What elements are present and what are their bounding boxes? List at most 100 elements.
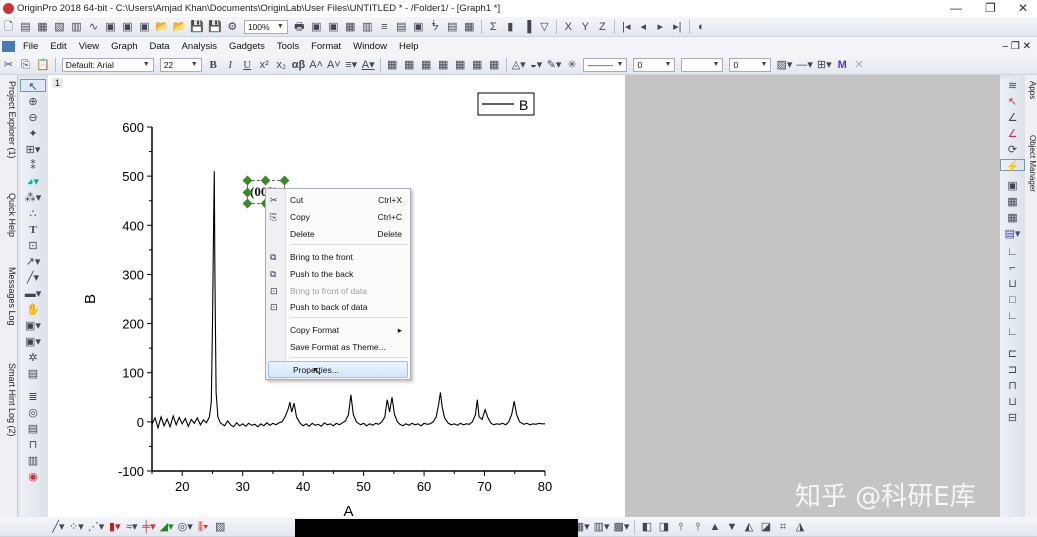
zoom-in-icon[interactable]: ⊕: [20, 95, 46, 108]
menu-gadgets[interactable]: Gadgets: [229, 41, 265, 52]
rescale-y-icon[interactable]: ∠: [1000, 127, 1025, 140]
add-layer-icon[interactable]: ▣: [1000, 179, 1025, 192]
new-workbook-icon[interactable]: ▤: [19, 20, 32, 34]
align-bottom-icon[interactable]: ⊔: [1000, 395, 1025, 408]
line-plot-icon[interactable]: ╱▾: [52, 520, 65, 534]
extract-icon[interactable]: ▦: [454, 58, 467, 72]
line-width-combo[interactable]: 0 ▼: [633, 57, 676, 72]
context-item-push-to-back-of-data[interactable]: ⊡ Push to back of data: [266, 299, 410, 316]
layer-add-icon[interactable]: ▤: [20, 422, 46, 435]
set-z-button[interactable]: Z: [596, 20, 609, 34]
arrow-tool-icon[interactable]: ↗▾: [20, 255, 46, 268]
filter-icon[interactable]: ▽: [538, 20, 551, 34]
screen-reader-icon[interactable]: ⁑: [20, 159, 46, 172]
refresh-icon[interactable]: ▣: [310, 20, 323, 34]
axes-box-icon[interactable]: □: [1000, 293, 1025, 306]
statistics-icon[interactable]: ▦: [463, 20, 476, 34]
obj-8-icon[interactable]: ◪: [759, 520, 772, 534]
table-icon[interactable]: ⊞▾: [817, 58, 832, 72]
region-icon[interactable]: ▤: [20, 367, 46, 380]
scatter-plot-icon[interactable]: ⁘▾: [69, 520, 84, 534]
tab-object-manager[interactable]: Object Manager: [1025, 135, 1037, 192]
bracket-icon[interactable]: ⊓: [20, 438, 46, 451]
minimize-button[interactable]: —: [950, 1, 962, 15]
lines-icon[interactable]: ≣: [20, 390, 46, 403]
menu-data[interactable]: Data: [150, 41, 170, 52]
draw-data-icon[interactable]: ∴: [20, 207, 46, 220]
rescale-xy-icon[interactable]: ∠: [1000, 111, 1025, 124]
x-icon[interactable]: ✕: [853, 58, 866, 72]
refresh-icon[interactable]: ⟳: [1000, 143, 1025, 156]
pattern-icon[interactable]: ◒▾: [530, 58, 543, 72]
tab-messages-log[interactable]: Messages Log: [1, 267, 17, 326]
pattern-width-combo[interactable]: 0 ▼: [729, 57, 772, 72]
context-item-bring-to-front-of-data[interactable]: ⊡ Bring to front of data: [266, 283, 410, 300]
command-window-icon[interactable]: ≡: [378, 20, 391, 34]
decrease-font-icon[interactable]: A˅: [327, 58, 341, 72]
menu-file[interactable]: File: [23, 41, 38, 52]
mdi-controls[interactable]: – ❐ ✕: [1003, 41, 1031, 52]
line-style-combo[interactable]: ——— ▼: [583, 57, 628, 72]
scale-icon[interactable]: ⊞▾: [20, 143, 46, 156]
underline-button[interactable]: U: [241, 58, 254, 72]
insert-image-icon[interactable]: ▣▾: [20, 335, 46, 348]
open-template-icon[interactable]: 📂: [173, 20, 187, 34]
project-explorer-icon[interactable]: ▤: [395, 20, 408, 34]
new-function-icon[interactable]: ∿: [87, 20, 100, 34]
m-icon[interactable]: M: [836, 58, 849, 72]
column-plot-icon[interactable]: ▮▾: [108, 520, 121, 534]
axes-top-icon[interactable]: ⌐: [1000, 261, 1025, 274]
duplicate-icon[interactable]: ▣: [327, 20, 340, 34]
mask-icon[interactable]: ✲: [20, 351, 46, 364]
align-top-icon[interactable]: ⊓: [1000, 379, 1025, 392]
column-chart-icon[interactable]: ▮: [504, 20, 517, 34]
obj-6-icon[interactable]: ▼: [725, 520, 738, 534]
restore-button[interactable]: ❐: [985, 1, 996, 15]
axes-inset2-icon[interactable]: ∟: [1000, 325, 1025, 338]
subscript-icon[interactable]: x₂: [275, 58, 288, 72]
axes-l-icon[interactable]: ∟: [1000, 245, 1025, 258]
script-window-icon[interactable]: ▣: [412, 20, 425, 34]
code-builder-icon[interactable]: ▦: [344, 20, 357, 34]
pointer-icon[interactable]: ↖: [20, 79, 46, 93]
new-notes-icon[interactable]: ▣: [121, 20, 134, 34]
record-icon[interactable]: ◉: [20, 470, 46, 483]
cut-icon[interactable]: ✂: [2, 58, 15, 72]
sum-icon[interactable]: Σ: [487, 20, 500, 34]
menu-tools[interactable]: Tools: [277, 41, 299, 52]
menu-edit[interactable]: Edit: [50, 41, 66, 52]
font-size-combo[interactable]: 22 ▼: [159, 57, 202, 72]
next-icon[interactable]: ▸: [654, 20, 667, 34]
prev-icon[interactable]: ◂: [637, 20, 650, 34]
tab-smart-hint-log[interactable]: Smart Hint Log (2): [1, 363, 17, 437]
context-item-save-format-as-theme[interactable]: Save Format as Theme...: [266, 339, 410, 356]
speed-mode-icon[interactable]: ⚡: [1000, 159, 1025, 173]
italic-button[interactable]: I: [224, 58, 237, 72]
border-icon[interactable]: —▾: [796, 58, 813, 72]
data-selector-icon[interactable]: ▤: [446, 20, 459, 34]
bold-button[interactable]: B: [207, 58, 220, 72]
open-icon[interactable]: 📂: [155, 20, 169, 34]
new-layout-icon[interactable]: ▣: [104, 20, 117, 34]
recalc-icon[interactable]: ⚙: [226, 20, 239, 34]
layer-icon[interactable]: ▦: [471, 58, 484, 72]
font-color-icon[interactable]: A▾: [362, 58, 375, 72]
graph-window-icon[interactable]: [2, 40, 15, 52]
border-style-combo[interactable]: ▼: [681, 57, 724, 72]
line-color-icon[interactable]: ✎▾: [547, 58, 562, 72]
first-icon[interactable]: |◂: [620, 20, 633, 34]
new-matrix-icon[interactable]: ▦: [36, 20, 49, 34]
axes-right-icon[interactable]: ⊔: [1000, 277, 1025, 290]
menu-analysis[interactable]: Analysis: [182, 41, 217, 52]
add-layer-icon[interactable]: ▦: [403, 58, 416, 72]
area-plot-icon[interactable]: ◢▾: [160, 520, 174, 534]
tab-quick-help[interactable]: Quick Help: [1, 193, 17, 237]
insert-graph-icon[interactable]: ▣▾: [20, 319, 46, 332]
context-item-cut[interactable]: ✂ Cut Ctrl+X: [266, 192, 410, 209]
save-project-icon[interactable]: 💾: [190, 20, 204, 34]
save-template-icon[interactable]: 💾: [208, 20, 222, 34]
y-axis-title[interactable]: B: [82, 294, 99, 304]
import-icon[interactable]: ▣: [138, 20, 151, 34]
hand-icon[interactable]: ✋: [20, 303, 46, 316]
line-symbol-icon[interactable]: ⋰▾: [88, 520, 105, 534]
